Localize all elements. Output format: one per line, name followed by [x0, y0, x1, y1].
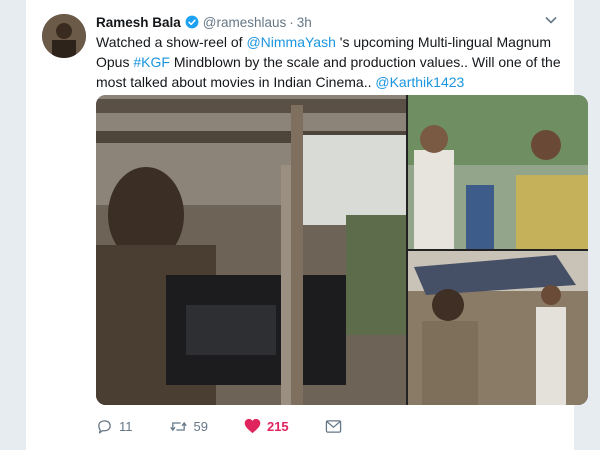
author-handle[interactable]: @rameshlaus [203, 15, 287, 30]
retweet-count: 59 [193, 418, 208, 434]
verified-badge-icon [185, 15, 199, 29]
chevron-down-icon[interactable] [544, 13, 558, 27]
tweet-actions: 11 59 215 [96, 416, 384, 436]
retweet-icon [169, 421, 187, 431]
avatar[interactable] [42, 14, 86, 58]
photo-director[interactable] [408, 95, 588, 249]
retweet-button[interactable]: 59 [169, 418, 208, 435]
tweet-text: Watched a show-reel of @NimmaYash 's upc… [96, 32, 568, 92]
mention-link[interactable]: @Karthik1423 [375, 74, 464, 90]
heart-icon [244, 418, 261, 434]
mention-link[interactable]: @NimmaYash [246, 34, 335, 50]
separator-dot: · [289, 14, 294, 30]
media-grid [96, 95, 588, 405]
tweet-card[interactable]: Ramesh Bala @rameshlaus · 3h Watched a s… [26, 0, 588, 450]
timestamp[interactable]: 3h [297, 15, 312, 30]
tweet-text-segment: Watched a show-reel of [96, 34, 247, 50]
reply-button[interactable]: 11 [96, 418, 133, 435]
like-button[interactable]: 215 [244, 418, 289, 434]
reply-count: 11 [119, 418, 133, 434]
photo-on-set[interactable] [408, 251, 588, 405]
direct-message-button[interactable] [325, 419, 348, 434]
like-count: 215 [266, 418, 289, 434]
hashtag-link[interactable]: #KGF [133, 54, 170, 70]
author-name[interactable]: Ramesh Bala [96, 15, 181, 30]
tweet-header: Ramesh Bala @rameshlaus · 3h [96, 13, 558, 31]
envelope-icon [325, 419, 341, 433]
reply-icon [98, 419, 111, 434]
photo-camera-crew[interactable] [96, 95, 406, 405]
